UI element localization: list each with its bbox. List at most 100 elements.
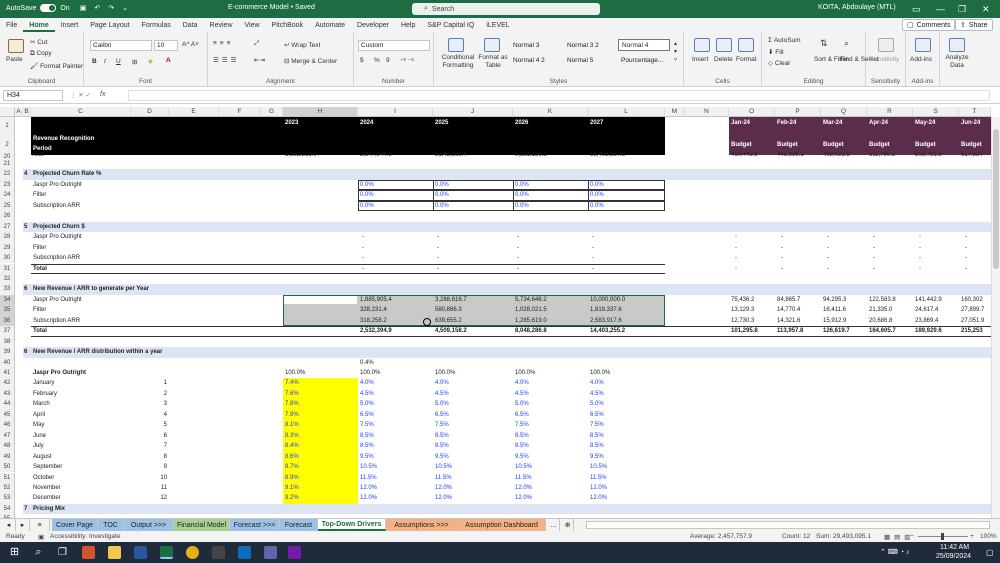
- total-percent[interactable]: 100.0%: [590, 368, 610, 378]
- row-label[interactable]: Subscription ARR: [33, 316, 80, 326]
- row-header[interactable]: 37: [0, 326, 15, 337]
- churn-rate-input[interactable]: 0.0%: [360, 190, 374, 200]
- monthly-value-cell[interactable]: 14,770.4: [777, 305, 800, 315]
- tab-automate[interactable]: Automate: [309, 22, 351, 32]
- task-view-icon[interactable]: ❐: [56, 546, 69, 559]
- column-header-m[interactable]: M: [665, 107, 685, 117]
- distribution-input[interactable]: 12.0%: [435, 493, 452, 503]
- churn-rate-input[interactable]: 0.0%: [590, 201, 604, 211]
- column-header-f[interactable]: F: [219, 107, 261, 117]
- month-number[interactable]: 9: [133, 462, 167, 472]
- budget-label[interactable]: Budget: [823, 140, 844, 150]
- month-name[interactable]: October: [33, 473, 54, 483]
- sensitivity-icon[interactable]: [878, 38, 894, 52]
- distribution-input[interactable]: 7.5%: [590, 420, 604, 430]
- distribution-input[interactable]: 4.5%: [435, 389, 449, 399]
- monthly-value-cell[interactable]: 12,730.3: [731, 316, 754, 326]
- dash-cell[interactable]: -: [919, 243, 921, 253]
- row-label[interactable]: Subscription ARR: [33, 253, 80, 263]
- row-header[interactable]: 46: [0, 420, 15, 431]
- month-name[interactable]: June: [33, 431, 46, 441]
- dash-cell[interactable]: -: [873, 264, 875, 274]
- distribution-input[interactable]: 7.6%: [285, 389, 299, 399]
- borders-icon[interactable]: ⊞: [132, 58, 137, 66]
- horizontal-scrollbar[interactable]: [586, 521, 990, 529]
- month-name[interactable]: March: [33, 399, 50, 409]
- column-header-n[interactable]: N: [685, 107, 729, 117]
- total-percent[interactable]: 100.0%: [285, 368, 305, 378]
- dash-cell[interactable]: -: [965, 232, 967, 242]
- distribution-input[interactable]: 8.1%: [285, 420, 299, 430]
- budget-label[interactable]: Budget: [915, 140, 936, 150]
- sheet-tab-forecast[interactable]: Forecast >>>: [230, 519, 280, 531]
- tab-list-icon[interactable]: ≡: [30, 519, 50, 531]
- select-all-corner[interactable]: [0, 107, 15, 117]
- row-header[interactable]: 33: [0, 284, 15, 295]
- row-header[interactable]: 1: [0, 117, 15, 136]
- row-header[interactable]: 48: [0, 441, 15, 452]
- column-header-k[interactable]: K: [513, 107, 588, 117]
- monthly-value-cell[interactable]: 24,617.4: [915, 305, 938, 315]
- fill-button[interactable]: ⬇ Fill: [768, 48, 784, 56]
- autosum-button[interactable]: Σ AutoSum: [768, 37, 801, 44]
- dash-cell[interactable]: -: [873, 243, 875, 253]
- month-number[interactable]: 6: [133, 431, 167, 441]
- column-header-t[interactable]: T: [959, 107, 991, 117]
- sheet-tab-assumptions[interactable]: Assumptions >>>: [386, 519, 458, 531]
- column-header-q[interactable]: Q: [821, 107, 867, 117]
- record-macro-icon[interactable]: ▣: [38, 533, 44, 541]
- section-number[interactable]: 4: [24, 169, 27, 179]
- budget-label[interactable]: Budget: [869, 140, 890, 150]
- monthly-value-cell[interactable]: 15,912.9: [823, 316, 846, 326]
- churn-rate-input[interactable]: 0.0%: [435, 180, 449, 190]
- churn-rate-input[interactable]: 0.0%: [590, 190, 604, 200]
- value-cell[interactable]: 3,288,616.7: [435, 295, 467, 305]
- value-cell[interactable]: 2,583,917.6: [590, 316, 622, 326]
- sheet-tab-output[interactable]: Output >>>: [124, 519, 174, 531]
- format-button[interactable]: Format: [736, 56, 757, 63]
- churn-rate-input[interactable]: 0.0%: [360, 201, 374, 211]
- distribution-input[interactable]: 12.0%: [360, 493, 377, 503]
- row-header[interactable]: 27: [0, 221, 15, 233]
- section-number[interactable]: 6: [24, 347, 27, 357]
- sort-filter-icon[interactable]: ⇅: [820, 38, 828, 49]
- month-number[interactable]: 7: [133, 441, 167, 451]
- fx-icon[interactable]: fx: [100, 91, 105, 98]
- distribution-input[interactable]: 8.7%: [285, 462, 299, 472]
- monthly-value-cell[interactable]: 94,295.3: [823, 295, 846, 305]
- row-header[interactable]: 51: [0, 472, 15, 483]
- powerpoint-icon[interactable]: [82, 546, 95, 559]
- month-number[interactable]: 4: [133, 410, 167, 420]
- month-header[interactable]: May-24: [915, 117, 935, 129]
- churn-rate-input[interactable]: 0.0%: [515, 180, 529, 190]
- scroll-thumb[interactable]: [993, 129, 999, 269]
- distribution-input[interactable]: 8.5%: [360, 441, 374, 451]
- row-header[interactable]: 21: [0, 159, 15, 170]
- dash-cell[interactable]: -: [873, 232, 875, 242]
- accessibility-status[interactable]: Accessibility: Investigate: [50, 533, 120, 540]
- month-number[interactable]: 10: [133, 473, 167, 483]
- notification-icon[interactable]: ▢: [986, 548, 994, 557]
- insert-button[interactable]: Insert: [692, 56, 708, 63]
- distribution-input[interactable]: 10.5%: [435, 462, 452, 472]
- month-number[interactable]: 12: [133, 493, 167, 503]
- churn-rate-input[interactable]: 0.0%: [590, 180, 604, 190]
- dash-cell[interactable]: -: [827, 243, 829, 253]
- month-name[interactable]: January: [33, 378, 54, 388]
- month-header[interactable]: Jun-24: [961, 117, 980, 129]
- distribution-input[interactable]: 8.5%: [515, 431, 529, 441]
- tab-scroll-left-icon[interactable]: ◂: [2, 519, 16, 531]
- row-header[interactable]: 42: [0, 378, 15, 389]
- horizontal-align-icons[interactable]: ☰☰☰: [213, 56, 239, 64]
- distribution-input[interactable]: 8.5%: [435, 441, 449, 451]
- total-percent[interactable]: 100.0%: [515, 368, 535, 378]
- monthly-value-cell[interactable]: 27,899.7: [961, 305, 984, 315]
- dash-cell[interactable]: -: [919, 253, 921, 263]
- sheet-tab-cover-page[interactable]: Cover Page: [52, 519, 98, 531]
- tab-file[interactable]: File: [0, 22, 23, 32]
- dash-cell[interactable]: -: [827, 253, 829, 263]
- windows-start-icon[interactable]: ⊞: [8, 546, 21, 559]
- section-number[interactable]: 5: [24, 222, 27, 232]
- value-cell[interactable]: 1,285,619.0: [515, 316, 547, 326]
- month-number[interactable]: 5: [133, 420, 167, 430]
